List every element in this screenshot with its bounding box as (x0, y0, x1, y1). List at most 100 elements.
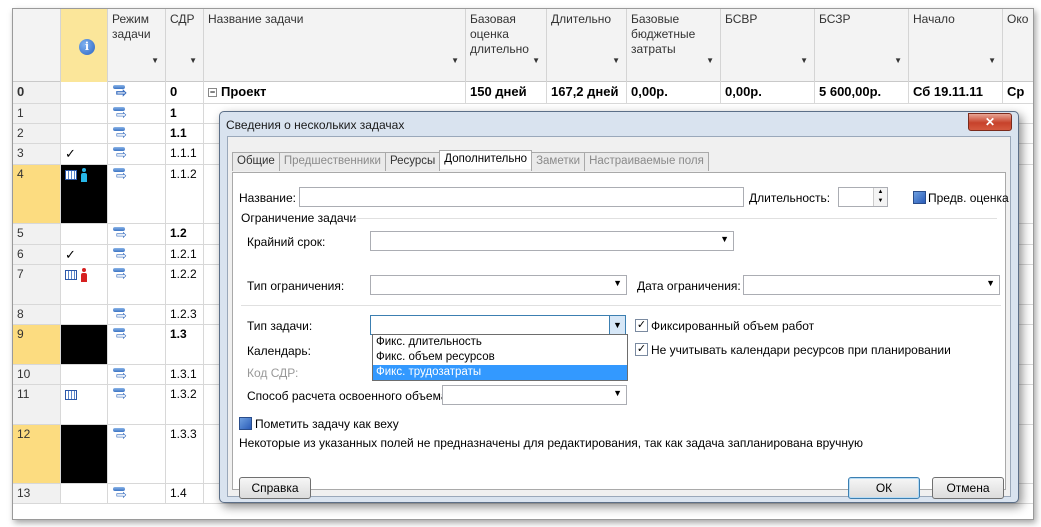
row-id[interactable]: 7 (13, 265, 61, 304)
row-wbs[interactable]: 1.1.2 (166, 165, 204, 223)
row-mode[interactable] (108, 104, 166, 123)
col-indicators-header[interactable]: i (61, 9, 108, 82)
earned-value-combo[interactable]: ▼ (442, 385, 627, 405)
row-wbs[interactable]: 1.1.1 (166, 144, 204, 164)
col-finish-header[interactable]: Око (1003, 9, 1033, 82)
effort-driven-checkbox[interactable]: ✓ (635, 319, 648, 332)
row-mode[interactable] (108, 305, 166, 324)
row-duration[interactable]: 167,2 дней (547, 82, 627, 103)
row-mode[interactable] (108, 265, 166, 304)
row-id[interactable]: 8 (13, 305, 61, 324)
row-wbs[interactable]: 1.4 (166, 484, 204, 503)
tab-general[interactable]: Общие (232, 152, 280, 171)
row-baseline-budget[interactable]: 0,00р. (627, 82, 721, 103)
row-mode[interactable] (108, 325, 166, 364)
filter-arrow-icon[interactable]: ▼ (189, 53, 197, 68)
filter-arrow-icon[interactable]: ▼ (151, 53, 159, 68)
row-mode[interactable] (108, 82, 166, 103)
row-baseline-estimate[interactable]: 150 дней (466, 82, 547, 103)
row-mode[interactable] (108, 385, 166, 424)
row-id[interactable]: 5 (13, 224, 61, 244)
col-mode-header[interactable]: Режим задачи ▼ (108, 9, 166, 82)
tab-custom-fields[interactable]: Настраиваемые поля (584, 152, 709, 171)
row-name[interactable]: − Проект (204, 82, 466, 103)
row-wbs[interactable]: 1.2.2 (166, 265, 204, 304)
row-id[interactable]: 9 (13, 325, 61, 364)
col-baseline-estimate-header[interactable]: Базовая оценка длительно ▼ (466, 9, 547, 82)
row-id[interactable]: 0 (13, 82, 61, 103)
row-id[interactable]: 3 (13, 144, 61, 164)
filter-arrow-icon[interactable]: ▼ (988, 53, 996, 68)
row-id[interactable]: 10 (13, 365, 61, 384)
task-type-option[interactable]: Фикс. объем ресурсов (373, 350, 627, 365)
row-wbs[interactable]: 1.2.3 (166, 305, 204, 324)
deadline-combo[interactable]: ▼ (370, 231, 734, 251)
row-start[interactable]: Сб 19.11.11 (909, 82, 1003, 103)
chevron-down-icon[interactable]: ▼ (609, 316, 625, 334)
row-id[interactable]: 13 (13, 484, 61, 503)
row-wbs[interactable]: 1.2 (166, 224, 204, 244)
row-mode[interactable] (108, 144, 166, 164)
row-mode[interactable] (108, 245, 166, 264)
row-bcws[interactable]: 5 600,00р. (815, 82, 909, 103)
name-input[interactable] (299, 187, 744, 207)
chevron-down-icon[interactable]: ▼ (720, 234, 729, 244)
col-baseline-budget-header[interactable]: Базовые бюджетные затраты ▼ (627, 9, 721, 82)
row-mode[interactable] (108, 165, 166, 223)
row-wbs[interactable]: 1.3.3 (166, 425, 204, 483)
row-id[interactable]: 12 (13, 425, 61, 483)
estimated-checkbox[interactable] (913, 191, 926, 204)
filter-arrow-icon[interactable]: ▼ (612, 53, 620, 68)
col-id-header[interactable] (13, 9, 61, 82)
chevron-down-icon[interactable]: ▼ (613, 278, 622, 288)
row-wbs[interactable]: 0 (166, 82, 204, 103)
filter-arrow-icon[interactable]: ▼ (706, 53, 714, 68)
row-id[interactable]: 6 (13, 245, 61, 264)
row-id[interactable]: 1 (13, 104, 61, 123)
task-type-option-highlighted[interactable]: Фикс. трудозатраты (373, 365, 627, 380)
tab-resources[interactable]: Ресурсы (384, 152, 441, 171)
row-mode[interactable] (108, 484, 166, 503)
ignore-calendars-checkbox[interactable]: ✓ (635, 343, 648, 356)
close-button[interactable]: ✕ (968, 113, 1012, 131)
row-id[interactable]: 11 (13, 385, 61, 424)
constraint-date-combo[interactable]: ▼ (743, 275, 1000, 295)
duration-input[interactable]: ▲ ▼ (838, 187, 888, 207)
row-bcwp[interactable]: 0,00р. (721, 82, 815, 103)
chevron-down-icon[interactable]: ▼ (986, 278, 995, 288)
col-name-header[interactable]: Название задачи ▼ (204, 9, 466, 82)
tab-predecessors[interactable]: Предшественники (278, 152, 386, 171)
row-mode[interactable] (108, 425, 166, 483)
milestone-checkbox[interactable] (239, 417, 252, 430)
task-type-option[interactable]: Фикс. длительность (373, 335, 627, 350)
col-wbs-header[interactable]: СДР ▼ (166, 9, 204, 82)
row-id[interactable]: 4 (13, 165, 61, 223)
col-duration-header[interactable]: Длительно ▼ (547, 9, 627, 82)
filter-arrow-icon[interactable]: ▼ (800, 53, 808, 68)
row-mode[interactable] (108, 224, 166, 244)
row-wbs[interactable]: 1 (166, 104, 204, 123)
cancel-button[interactable]: Отмена (932, 477, 1004, 499)
chevron-down-icon[interactable]: ▼ (613, 388, 622, 398)
help-button[interactable]: Справка (239, 477, 311, 499)
table-row[interactable]: 0 0 −Проект 150 дней 167,2 дней 0,00р. 0… (13, 82, 1033, 104)
filter-arrow-icon[interactable]: ▼ (451, 53, 459, 68)
row-id[interactable]: 2 (13, 124, 61, 143)
task-type-combo[interactable]: ▼ (370, 315, 626, 335)
row-mode[interactable] (108, 365, 166, 384)
filter-arrow-icon[interactable]: ▼ (894, 53, 902, 68)
row-wbs[interactable]: 1.3 (166, 325, 204, 364)
row-finish[interactable]: Ср (1003, 82, 1033, 103)
row-mode[interactable] (108, 124, 166, 143)
tab-advanced[interactable]: Дополнительно (439, 150, 533, 169)
duration-spinner[interactable]: ▲ ▼ (873, 188, 887, 206)
ok-button[interactable]: ОК (848, 477, 920, 499)
col-bcws-header[interactable]: БСЗР ▼ (815, 9, 909, 82)
collapse-icon[interactable]: − (208, 88, 217, 97)
tab-notes[interactable]: Заметки (531, 152, 586, 171)
row-wbs[interactable]: 1.3.1 (166, 365, 204, 384)
col-bcwp-header[interactable]: БСВР ▼ (721, 9, 815, 82)
row-wbs[interactable]: 1.3.2 (166, 385, 204, 424)
row-wbs[interactable]: 1.2.1 (166, 245, 204, 264)
row-wbs[interactable]: 1.1 (166, 124, 204, 143)
